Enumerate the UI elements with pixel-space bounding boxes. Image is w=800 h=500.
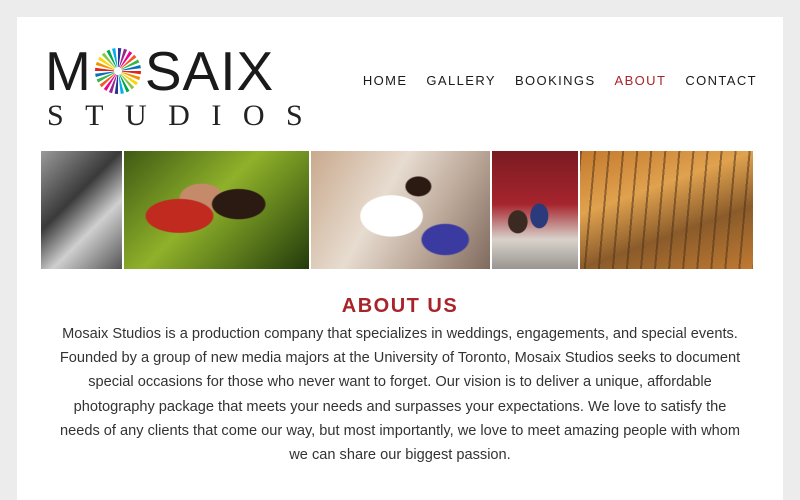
nav-home[interactable]: HOME [363,73,408,88]
about-heading: ABOUT US [341,295,459,317]
nav-gallery[interactable]: GALLERY [426,73,496,88]
about-paragraph: Mosaix Studios is a production company t… [59,326,741,464]
logo-letter-m: M [45,40,92,102]
mosaic-burst-icon [94,48,141,94]
logo-letters-saix: SAIX [144,40,275,102]
gallery-photo-bride[interactable] [311,151,490,269]
gallery-photo-walking-couple[interactable] [492,151,578,269]
gallery-photo-bw-couple[interactable] [41,151,122,269]
nav-about[interactable]: ABOUT [615,73,667,88]
gallery-photo-autumn-forest[interactable] [580,151,753,269]
page-container: M SAIX STUDIOS HOME GALLERY BOOKINGS ABO… [17,17,783,500]
logo-wordmark: M SAIX [45,40,275,102]
nav-bookings[interactable]: BOOKINGS [515,73,596,88]
site-logo[interactable]: M SAIX STUDIOS [45,40,305,131]
burst-center [113,67,122,75]
main-nav: HOME GALLERY BOOKINGS ABOUT CONTACT [363,73,757,88]
gallery-photo-kiss[interactable] [124,151,309,269]
photo-strip [41,151,757,269]
logo-subtitle: STUDIOS [47,99,325,132]
nav-contact[interactable]: CONTACT [685,73,757,88]
